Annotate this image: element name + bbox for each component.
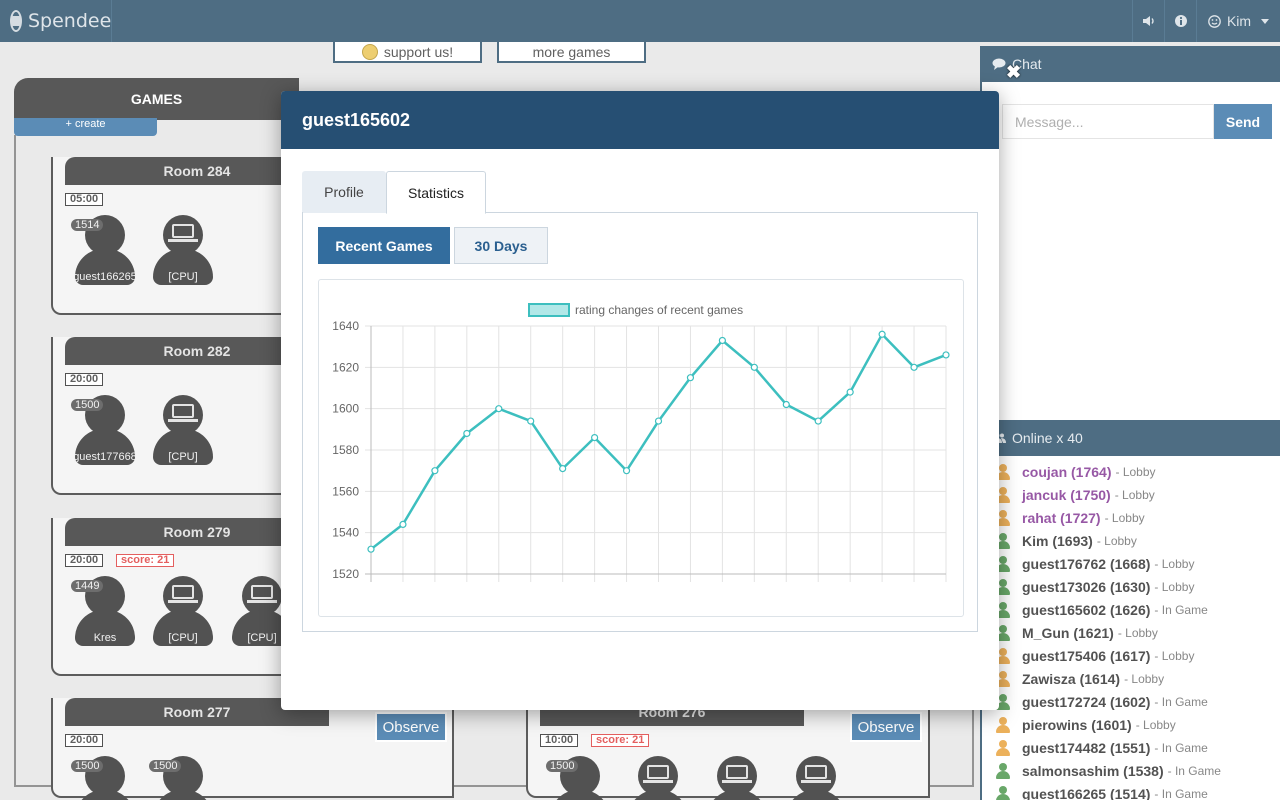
player-modal: guest165602 Profile Statistics Recent Ga… xyxy=(281,91,999,710)
tab-30-days[interactable]: 30 Days xyxy=(454,227,548,264)
legend-label: rating changes of recent games xyxy=(575,303,743,317)
data-point xyxy=(846,388,854,396)
data-point xyxy=(559,465,567,473)
tab-recent-games[interactable]: Recent Games xyxy=(318,227,450,264)
data-point xyxy=(495,405,503,413)
tab-statistics[interactable]: Statistics xyxy=(386,171,486,214)
y-tick-label: 1580 xyxy=(332,443,359,457)
data-point xyxy=(686,374,695,382)
y-tick-label: 1600 xyxy=(332,402,359,416)
data-point xyxy=(367,545,375,553)
rating-chart-svg: 1520 1540 1560 1580 1600 1620 1640 rating chang… xyxy=(332,303,950,582)
data-point xyxy=(622,467,631,475)
data-point xyxy=(910,363,918,371)
y-tick-label: 1540 xyxy=(332,526,359,540)
y-tick-label: 1520 xyxy=(332,567,359,581)
data-point xyxy=(654,417,663,425)
data-point xyxy=(527,417,535,425)
y-tick-label: 1640 xyxy=(332,319,359,333)
data-point xyxy=(463,429,471,438)
data-point xyxy=(591,434,599,442)
statistics-pane: Recent Games 30 Days 1520 1540 1560 1580 160… xyxy=(302,212,978,632)
data-point xyxy=(814,417,822,425)
close-icon[interactable]: ✖ xyxy=(1006,62,1021,83)
y-tick-label: 1620 xyxy=(332,360,359,374)
data-point xyxy=(782,400,790,409)
rating-chart: 1520 1540 1560 1580 1600 1620 1640 rating chang… xyxy=(318,279,964,617)
data-point xyxy=(750,363,758,371)
legend-swatch xyxy=(528,303,570,317)
y-tick-label: 1560 xyxy=(332,484,359,498)
data-point xyxy=(399,520,407,528)
tab-profile[interactable]: Profile xyxy=(302,171,386,213)
data-point xyxy=(942,351,950,359)
modal-title: guest165602 xyxy=(281,91,999,149)
modal-tabs: Profile Statistics xyxy=(302,171,978,214)
data-point xyxy=(718,336,726,345)
data-point xyxy=(431,467,439,475)
data-point xyxy=(878,330,886,338)
